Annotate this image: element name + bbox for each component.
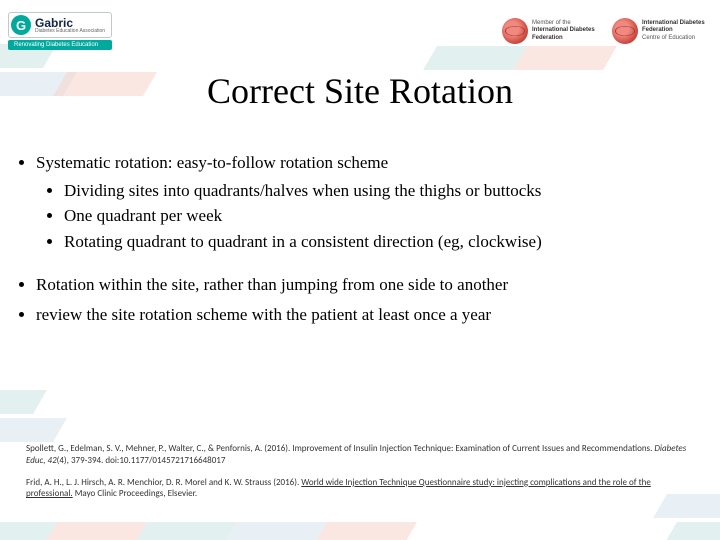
- bg-stripe: [313, 522, 417, 540]
- bullet-1a: Dividing sites into quadrants/halves whe…: [64, 178, 694, 204]
- brand-mark-icon: G: [11, 15, 31, 35]
- bullet-1c: Rotating quadrant to quadrant in a consi…: [64, 229, 694, 255]
- reference-1: Spollett, G., Edelman, S. V., Mehner, P.…: [26, 443, 694, 466]
- globe-icon: [502, 18, 528, 44]
- idf-member-badge: Member of the International Diabetes Fed…: [502, 18, 602, 44]
- header: G Gabric Diabetes Education Association …: [8, 8, 712, 54]
- ref1-tail: (4), 379-394. doi:10.1177/01457217166480…: [57, 455, 226, 466]
- bullet-3: review the site rotation scheme with the…: [36, 302, 694, 328]
- bg-stripe: [0, 390, 47, 414]
- idf-centre-sub: Centre of Education: [642, 35, 695, 41]
- bullet-1: Systematic rotation: easy-to-follow rota…: [36, 150, 694, 254]
- bullet-1-text: Systematic rotation: easy-to-follow rota…: [36, 153, 388, 172]
- brand-name: Gabric: [35, 17, 105, 29]
- bullet-1b: One quadrant per week: [64, 203, 694, 229]
- affiliations: Member of the International Diabetes Fed…: [502, 18, 712, 44]
- ref2-tail: Mayo Clinic Proceedings, Elsevier.: [73, 488, 197, 499]
- gabric-logo: G Gabric Diabetes Education Association: [8, 12, 112, 38]
- bg-stripe: [43, 522, 147, 540]
- bg-stripe: [0, 418, 67, 442]
- slide-title: Correct Site Rotation: [0, 70, 720, 112]
- idf-centre-name: International Diabetes Federation: [642, 20, 712, 34]
- ref2-authors: Frid, A. H., L. J. Hirsch, A. R. Menchio…: [26, 477, 301, 488]
- brand-subtitle: Diabetes Education Association: [35, 29, 105, 34]
- idf-member-name: International Diabetes Federation: [532, 27, 602, 41]
- bg-stripe: [663, 522, 720, 540]
- idf-member-prefix: Member of the: [532, 20, 571, 26]
- globe-icon: [612, 18, 638, 44]
- idf-centre-badge: International Diabetes Federation Centre…: [612, 18, 712, 44]
- idf-member-text: Member of the International Diabetes Fed…: [532, 20, 602, 42]
- brand-tagline: Renovating Diabetes Education: [8, 40, 112, 50]
- slide-body: Systematic rotation: easy-to-follow rota…: [26, 150, 694, 331]
- ref1-authors: Spollett, G., Edelman, S. V., Mehner, P.…: [26, 443, 654, 454]
- bullet-2: Rotation within the site, rather than ju…: [36, 272, 694, 298]
- reference-2: Frid, A. H., L. J. Hirsch, A. R. Menchio…: [26, 477, 694, 500]
- bg-stripe: [223, 522, 327, 540]
- bg-stripe: [133, 522, 237, 540]
- references: Spollett, G., Edelman, S. V., Mehner, P.…: [26, 443, 694, 510]
- brand-logo: G Gabric Diabetes Education Association …: [8, 12, 112, 50]
- idf-centre-text: International Diabetes Federation Centre…: [642, 20, 712, 42]
